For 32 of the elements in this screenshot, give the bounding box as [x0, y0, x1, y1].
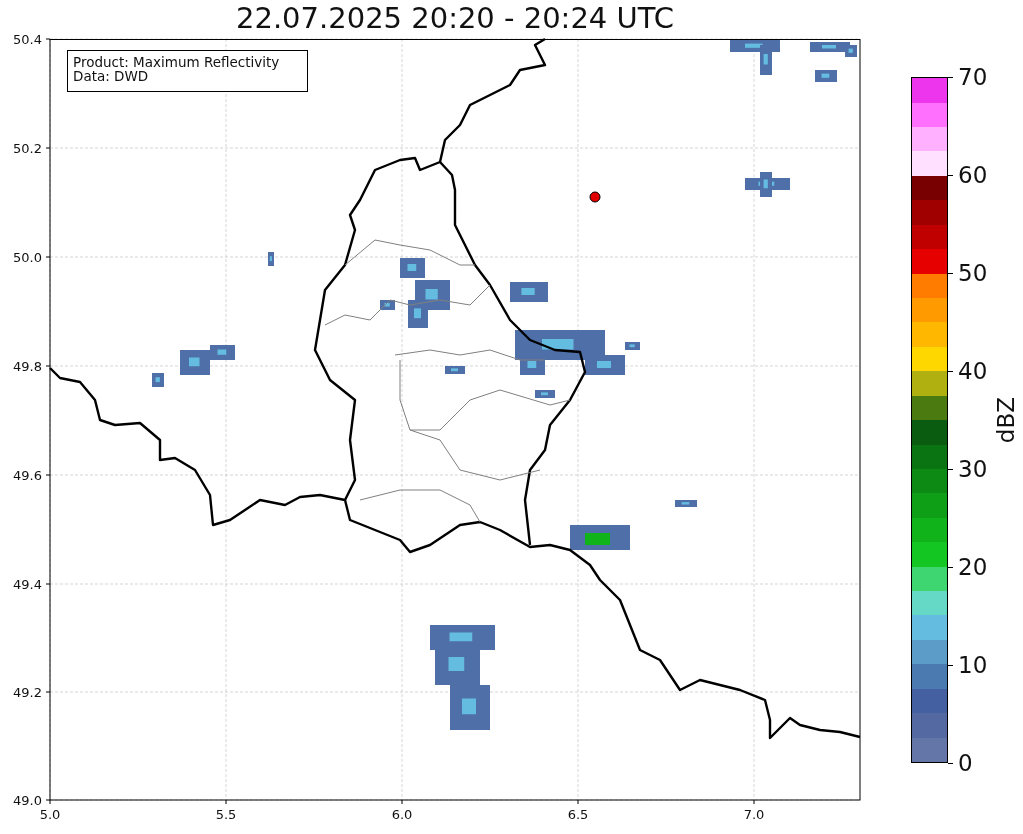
colorbar-tick-label: 10	[958, 652, 988, 678]
colorbar-tick-label: 0	[958, 750, 973, 776]
colorbar-tick-label: 60	[958, 162, 988, 188]
axis-tick-label: 50.0	[13, 250, 42, 265]
colorbar-tick-label: 50	[958, 260, 988, 286]
radar-echo-drawing	[745, 172, 790, 197]
colorbar-tick-label: 20	[958, 554, 988, 580]
legend-text: Product: Maximum Reflectivity	[73, 54, 280, 70]
legend-text: Data: DWD	[73, 68, 149, 84]
axis-tick-label: 6.0	[391, 807, 413, 822]
axis-tick-label: 49.0	[13, 793, 42, 808]
radar-echo-drawing	[570, 525, 630, 550]
colorbar-label: dBZ	[993, 396, 1020, 444]
chart-title: 22.07.2025 20:20 - 20:24 UTC	[236, 0, 674, 36]
axis-tick-label: 49.4	[13, 577, 42, 592]
radar-echo-drawing	[268, 252, 274, 266]
radar-echo-drawing	[380, 258, 450, 328]
radar-echo-drawing	[510, 282, 548, 302]
axis-tick-label: 50.4	[13, 32, 42, 47]
colorbar-tick-label: 40	[958, 358, 988, 384]
radar-echo-drawing	[675, 500, 697, 507]
colorbar-tick-label: 30	[958, 456, 988, 482]
axis-tick-label: 49.2	[13, 685, 42, 700]
axis-tick-label: 7.0	[743, 807, 765, 822]
axis-tick-label: 49.8	[13, 359, 42, 374]
axis-tick-label: 5.5	[215, 807, 237, 822]
axis-tick-label: 49.6	[13, 468, 42, 483]
location-dot	[589, 191, 601, 203]
axis-tick-label: 6.5	[567, 807, 589, 822]
axis-tick-label: 5.0	[39, 807, 61, 822]
axis-tick-label: 50.2	[13, 141, 42, 156]
colorbar-tick-label: 70	[958, 64, 988, 90]
